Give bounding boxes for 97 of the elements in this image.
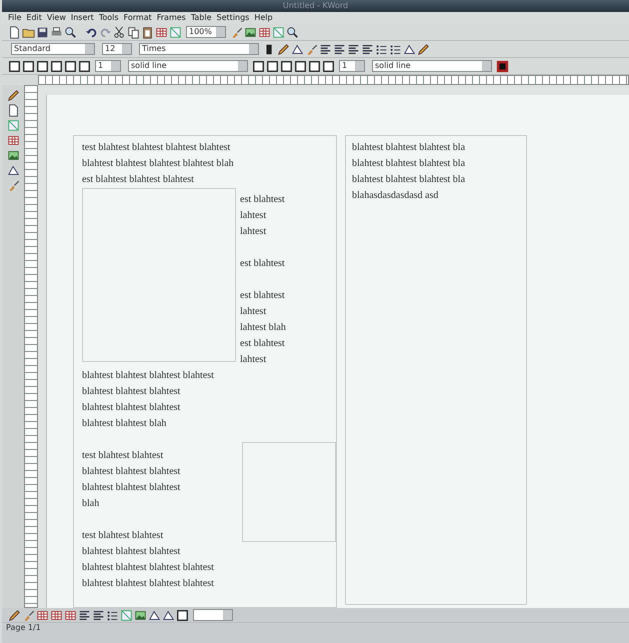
- border-icon[interactable]: [8, 60, 21, 72]
- text-line: blahtest blahtest blahtest blahtest blah: [82, 157, 235, 171]
- page-icon[interactable]: [6, 104, 20, 117]
- menu-item[interactable]: Edit: [26, 13, 42, 23]
- border-icon[interactable]: [294, 60, 307, 72]
- menu-item[interactable]: Settings: [216, 13, 250, 23]
- dropdown[interactable]: 1: [339, 60, 365, 72]
- border-icon[interactable]: [266, 60, 279, 72]
- align-icon[interactable]: [92, 608, 105, 622]
- list-icon[interactable]: [375, 42, 388, 56]
- text-line: test blahtest blahtest: [82, 449, 164, 463]
- menu-item[interactable]: Frames: [156, 13, 186, 23]
- list-icon[interactable]: [389, 42, 402, 56]
- brush-icon[interactable]: [6, 179, 20, 192]
- picture-frame-icon[interactable]: [244, 26, 257, 38]
- menu-item[interactable]: Help: [254, 13, 273, 23]
- dropdown[interactable]: 100%: [186, 26, 226, 38]
- align-icon[interactable]: [347, 42, 360, 56]
- menu-item[interactable]: Insert: [70, 13, 94, 23]
- undo-icon[interactable]: [85, 26, 98, 38]
- text-line: lahtest: [240, 305, 268, 319]
- brush-icon[interactable]: [22, 608, 35, 622]
- pencil-icon[interactable]: [6, 89, 20, 102]
- text-line: blahtest blahtest blahtest: [82, 385, 182, 399]
- align-icon[interactable]: [78, 608, 91, 622]
- menu-item[interactable]: View: [46, 13, 66, 23]
- text-line: blahtest blahtest blahtest: [82, 401, 182, 415]
- border-icon[interactable]: [64, 60, 77, 72]
- text-line: lahtest blah: [240, 321, 286, 335]
- pencil-icon[interactable]: [417, 42, 430, 56]
- list-icon[interactable]: [106, 608, 119, 622]
- magnifier-icon[interactable]: [64, 26, 77, 38]
- shape-icon[interactable]: [403, 42, 416, 56]
- align-icon[interactable]: [333, 42, 346, 56]
- text-line: est blahtest: [240, 289, 286, 303]
- text-line: blahtest blahtest blahtest: [82, 481, 182, 495]
- dropdown[interactable]: 12: [102, 43, 132, 55]
- magnifier-icon[interactable]: [286, 26, 299, 38]
- border-icon[interactable]: [22, 60, 35, 72]
- border-icon[interactable]: [280, 60, 293, 72]
- dropdown[interactable]: solid line: [372, 60, 492, 72]
- scissors-icon[interactable]: [113, 26, 126, 38]
- text-line: blahtest blahtest blah: [82, 417, 168, 431]
- picture-frame-icon[interactable]: [134, 608, 147, 622]
- text-line: lahtest: [240, 225, 268, 239]
- printer-icon[interactable]: [50, 26, 63, 38]
- text-line: est blahtest blahtest blahtest: [82, 173, 195, 187]
- table-icon[interactable]: [64, 608, 77, 622]
- text-line: blahtest blahtest blahtest blahtest: [82, 561, 215, 575]
- dropdown[interactable]: Times: [139, 43, 259, 55]
- table-icon[interactable]: [155, 26, 168, 38]
- align-icon[interactable]: [319, 42, 332, 56]
- border-icon[interactable]: [50, 60, 63, 72]
- border-icon[interactable]: [78, 60, 91, 72]
- text-line: est blahtest: [240, 257, 286, 271]
- shape-icon[interactable]: [6, 164, 20, 177]
- align-icon[interactable]: [361, 42, 374, 56]
- menu-item[interactable]: Tools: [98, 13, 119, 23]
- copy-icon[interactable]: [127, 26, 140, 38]
- text-line: blahtest blahtest blahtest blahtest: [82, 369, 215, 383]
- picture-frame-icon[interactable]: [6, 149, 20, 162]
- text-line: lahtest: [240, 353, 268, 367]
- border-icon[interactable]: [176, 608, 189, 622]
- text-line: blahtest blahtest blahtest: [82, 545, 182, 559]
- menu-item[interactable]: File: [8, 13, 22, 23]
- border-icon[interactable]: [322, 60, 335, 72]
- border-icon[interactable]: [308, 60, 321, 72]
- text-line: blahtest blahtest blahtest bla: [352, 141, 466, 155]
- text-line: test blahtest blahtest: [82, 529, 164, 543]
- shape-icon[interactable]: [291, 42, 304, 56]
- table-icon[interactable]: [6, 134, 20, 147]
- dropdown[interactable]: solid line: [128, 60, 248, 72]
- brush-icon[interactable]: [230, 26, 243, 38]
- pencil-icon[interactable]: [277, 42, 290, 56]
- text-line: blahtest blahtest blahtest bla: [352, 173, 466, 187]
- brush-icon[interactable]: [305, 42, 318, 56]
- border-icon[interactable]: [36, 60, 49, 72]
- text-line: test blahtest blahtest blahtest blahtest: [82, 141, 232, 155]
- text-line: blahasdasdasdasd asd: [352, 189, 440, 203]
- text-line: est blahtest: [240, 337, 286, 351]
- status-text: Page 1/1: [6, 623, 41, 633]
- border-icon[interactable]: [252, 60, 265, 72]
- text-line: blahtest blahtest blahtest bla: [352, 157, 466, 171]
- table-icon[interactable]: [50, 608, 63, 622]
- table-icon[interactable]: [258, 26, 271, 38]
- color-swatch-icon[interactable]: [496, 60, 509, 72]
- text-line: blahtest blahtest blahtest blahtest: [82, 577, 215, 591]
- window-title: Untitled - KWord: [282, 1, 348, 11]
- dropdown[interactable]: Standard: [11, 43, 95, 55]
- dropdown[interactable]: 1: [95, 60, 121, 72]
- text-line: blahtest blahtest blahtest: [82, 465, 182, 479]
- text-line: blah: [82, 497, 100, 511]
- text-line: est blahtest: [240, 193, 286, 207]
- table-icon[interactable]: [36, 608, 49, 622]
- text-line: lahtest: [240, 209, 268, 223]
- menu-item[interactable]: Table: [190, 13, 212, 23]
- menu-item[interactable]: Format: [124, 13, 152, 23]
